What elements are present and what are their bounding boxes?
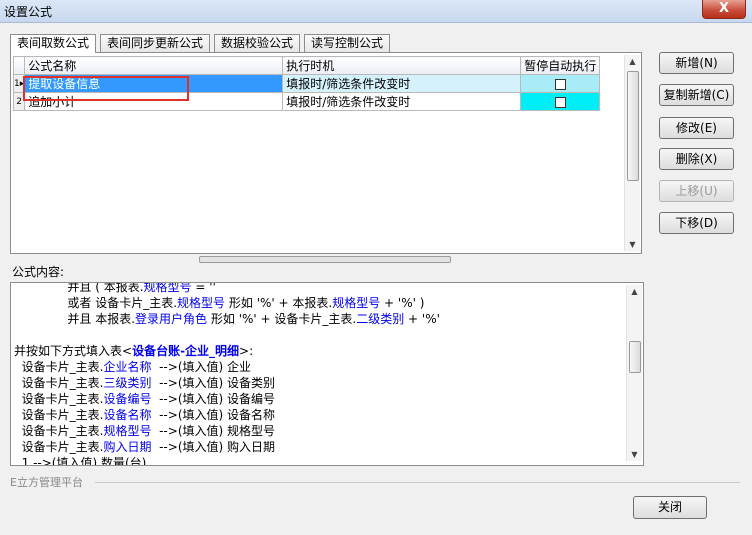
formula-text-segment: 形如 '%' + 设备卡片_主表.: [207, 312, 357, 326]
formula-text-segment: + '%': [404, 312, 440, 326]
close-button[interactable]: 关闭: [633, 496, 707, 519]
scroll-down-arrow-icon[interactable]: ▼: [625, 240, 640, 249]
formula-text-segment: 或者 设备卡片_主表.: [14, 296, 178, 310]
formula-line: 并按如下方式填入表<设备台账-企业_明细>:: [14, 343, 626, 359]
formula-text-segment: 设备卡片_主表.: [14, 392, 104, 406]
formula-line: 并且 ( 本报表.规格型号 = '': [14, 282, 626, 295]
formula-line: 1 -->(填入值) 数量(台): [14, 455, 626, 466]
field-reference: 规格型号: [103, 424, 152, 438]
field-reference: 设备名称: [103, 408, 152, 422]
pause-auto-exec-checkbox[interactable]: [554, 78, 566, 90]
timing-cell[interactable]: 填报时/筛选条件改变时: [282, 92, 522, 111]
field-reference: 规格型号: [177, 296, 226, 310]
paused-cell[interactable]: [520, 74, 601, 93]
formula-line: 设备卡片_主表.设备名称 -->(填入值) 设备名称: [14, 407, 626, 423]
formula-text-segment: 设备卡片_主表.: [14, 360, 104, 374]
field-reference: 二级类别: [356, 312, 405, 326]
tab-table-sync-formula[interactable]: 表间同步更新公式: [100, 34, 211, 52]
formula-text-segment: -->(填入值) 设备名称: [151, 408, 275, 422]
formula-line: 设备卡片_主表.购入日期 -->(填入值) 购入日期: [14, 439, 626, 455]
formula-text-segment: 设备卡片_主表.: [14, 376, 104, 390]
row-header-corner: [12, 56, 26, 75]
formula-line: 并且 本报表.登录用户角色 形如 '%' + 设备卡片_主表.二级类别 + '%…: [14, 311, 626, 327]
tab-read-write-control-formula[interactable]: 读写控制公式: [304, 34, 391, 52]
scroll-up-arrow-icon[interactable]: ▲: [625, 57, 640, 66]
title-bar: 设置公式 X: [0, 0, 752, 23]
table-header-row: 公式名称 执行时机 暂停自动执行: [12, 56, 601, 75]
field-reference: 企业名称: [103, 360, 152, 374]
move-down-button[interactable]: 下移(D): [659, 212, 734, 234]
formula-text-segment: 形如 '%' + 本报表.: [225, 296, 333, 310]
formula-line: 设备卡片_主表.设备编号 -->(填入值) 设备编号: [14, 391, 626, 407]
field-reference: 购入日期: [103, 440, 152, 454]
formula-text-segment: -->(填入值) 购入日期: [151, 440, 275, 454]
new-button[interactable]: 新增(N): [659, 52, 734, 74]
formula-line: 设备卡片_主表.规格型号 -->(填入值) 规格型号: [14, 423, 626, 439]
formula-text-segment: + '%' ): [380, 296, 425, 310]
formula-text-segment: 1 -->(填入值) 数量(台): [14, 456, 147, 466]
formula-content-label: 公式内容:: [12, 265, 65, 279]
scroll-thumb[interactable]: [627, 71, 639, 181]
formula-text-segment: -->(填入值) 企业: [151, 360, 251, 374]
field-reference: 设备编号: [103, 392, 152, 406]
formula-text-segment: 设备卡片_主表.: [14, 408, 104, 422]
formula-vertical-scrollbar[interactable]: ▲ ▼: [626, 285, 642, 461]
tab-data-validation-formula[interactable]: 数据校验公式: [214, 34, 301, 52]
window-title: 设置公式: [4, 5, 53, 19]
formula-line: 或者 设备卡片_主表.规格型号 形如 '%' + 本报表.规格型号 + '%' …: [14, 295, 626, 311]
formula-text-segment: 并按如下方式填入表<: [14, 344, 133, 358]
close-window-button[interactable]: X: [702, 0, 746, 19]
pause-auto-exec-checkbox[interactable]: [554, 96, 566, 108]
scroll-down-arrow-icon[interactable]: ▼: [627, 450, 642, 459]
formula-line: 设备卡片_主表.企业名称 -->(填入值) 企业: [14, 359, 626, 375]
formula-text-segment: 设备卡片_主表.: [14, 424, 104, 438]
move-up-button[interactable]: 上移(U): [659, 180, 734, 202]
column-header-paused[interactable]: 暂停自动执行: [520, 56, 601, 75]
field-reference: 三级类别: [103, 376, 152, 390]
copy-new-button[interactable]: 复制新增(C): [659, 84, 734, 106]
grid-horizontal-scroll-thumb[interactable]: [199, 256, 451, 263]
formula-text-segment: = '': [191, 282, 216, 294]
delete-button[interactable]: 删除(X): [659, 148, 734, 170]
formula-text-segment: 并且 ( 本报表.: [14, 282, 144, 294]
scroll-up-arrow-icon[interactable]: ▲: [627, 287, 642, 296]
column-header-timing[interactable]: 执行时机: [282, 56, 522, 75]
formula-text-segment: -->(填入值) 规格型号: [151, 424, 275, 438]
tab-table-fetch-formula[interactable]: 表间取数公式: [10, 34, 97, 53]
formula-text: 并且 ( 本报表.规格型号 = '' 或者 设备卡片_主表.规格型号 形如 '%…: [14, 282, 626, 466]
footer-group-label: E立方管理平台: [10, 476, 83, 489]
field-reference: 规格型号: [332, 296, 381, 310]
paused-cell[interactable]: [520, 92, 601, 111]
formula-line: 设备卡片_主表.三级类别 -->(填入值) 设备类别: [14, 375, 626, 391]
formula-text-segment: 并且 本报表.: [14, 312, 136, 326]
edit-button[interactable]: 修改(E): [659, 117, 734, 139]
footer-divider: [95, 482, 740, 483]
formula-line: [14, 327, 626, 343]
scroll-thumb[interactable]: [629, 341, 641, 373]
timing-cell[interactable]: 填报时/筛选条件改变时: [282, 74, 522, 93]
grid-vertical-scrollbar[interactable]: ▲ ▼: [624, 55, 640, 251]
field-reference: 规格型号: [143, 282, 192, 294]
formula-text-segment: -->(填入值) 设备类别: [151, 376, 275, 390]
formula-text-segment: 设备卡片_主表.: [14, 440, 104, 454]
formula-text-segment: >:: [239, 344, 254, 358]
highlight-box: [23, 76, 189, 101]
formula-text-segment: -->(填入值) 设备编号: [151, 392, 275, 406]
field-reference: 登录用户角色: [135, 312, 208, 326]
formula-content-box[interactable]: 并且 ( 本报表.规格型号 = '' 或者 设备卡片_主表.规格型号 形如 '%…: [10, 282, 644, 466]
column-header-name[interactable]: 公式名称: [24, 56, 284, 75]
field-reference: 设备台账-企业_明细: [132, 344, 240, 358]
